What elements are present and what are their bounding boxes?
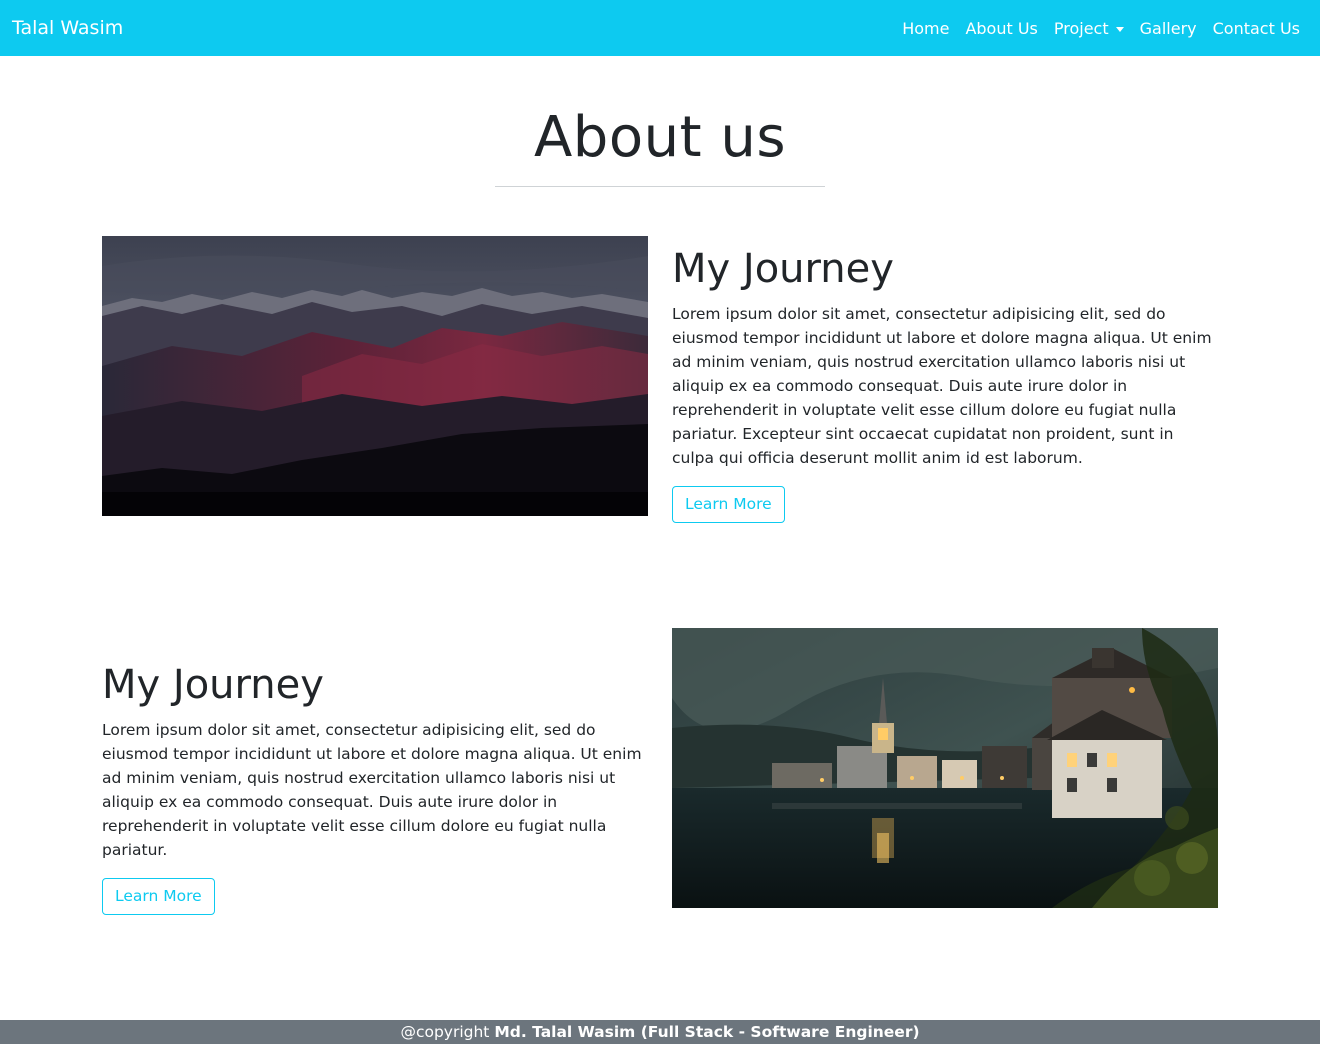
caret-down-icon	[1115, 26, 1124, 32]
learn-more-button[interactable]: Learn More	[672, 486, 785, 523]
nav-about-us[interactable]: About Us	[957, 19, 1045, 38]
navbar: Talal Wasim Home About Us Project Galler…	[0, 0, 1320, 56]
section-body: Lorem ipsum dolor sit amet, consectetur …	[672, 305, 1212, 467]
section-heading: My Journey	[102, 662, 324, 708]
section-body: Lorem ipsum dolor sit amet, consectetur …	[102, 721, 642, 859]
footer-author: Md. Talal Wasim (Full Stack - Software E…	[494, 1023, 920, 1041]
nav-project-label: Project	[1053, 18, 1109, 38]
page-title: About us	[533, 105, 787, 170]
journey-section-2: My Journey Lorem ipsum dolor sit amet, c…	[102, 656, 648, 915]
footer-copyright: @copyright	[400, 1023, 490, 1041]
learn-more-button[interactable]: Learn More	[102, 878, 215, 915]
journey-section-1: My Journey Lorem ipsum dolor sit amet, c…	[672, 240, 1218, 523]
nav-gallery[interactable]: Gallery	[1132, 19, 1205, 38]
nav-contact-us[interactable]: Contact Us	[1205, 19, 1308, 38]
nav-menu: Home About Us Project Gallery Contact Us	[894, 19, 1308, 38]
nav-project-dropdown[interactable]: Project	[1046, 19, 1132, 38]
mountain-photo	[102, 236, 648, 516]
nav-home[interactable]: Home	[894, 19, 957, 38]
footer: @copyright Md. Talal Wasim (Full Stack -…	[0, 1020, 1320, 1044]
title-divider	[495, 186, 825, 187]
brand-link[interactable]: Talal Wasim	[12, 17, 123, 39]
section-heading: My Journey	[672, 246, 894, 292]
village-photo	[672, 628, 1218, 908]
